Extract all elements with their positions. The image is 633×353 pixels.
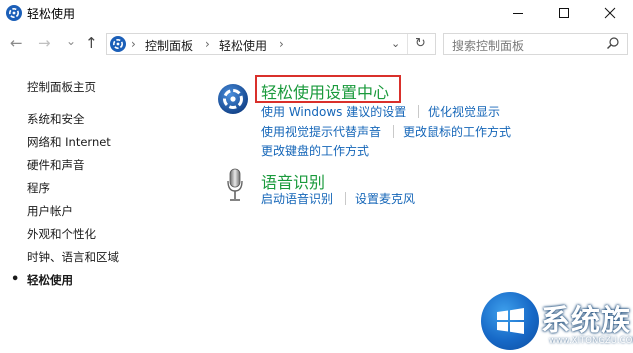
recent-locations-button[interactable]: ⌄: [66, 33, 76, 49]
ease-of-access-center-icon: [217, 83, 249, 115]
address-dropdown-button[interactable]: ⌄: [391, 37, 400, 50]
link-separator: [418, 105, 419, 118]
close-button[interactable]: [587, 0, 633, 26]
watermark-windows-logo: [481, 292, 539, 350]
search-box[interactable]: 搜索控制面板: [443, 33, 628, 55]
set-up-microphone-link[interactable]: 设置麦克风: [355, 190, 415, 207]
change-keyboard-link[interactable]: 更改键盘的工作方式: [261, 142, 369, 159]
sidebar-item-appearance[interactable]: 外观和个性化: [27, 226, 96, 242]
sidebar-item-hardware-sound[interactable]: 硬件和声音: [27, 157, 85, 173]
highlight-box: [255, 75, 401, 103]
refresh-button[interactable]: ↻: [415, 36, 426, 51]
window-title: 轻松使用: [27, 7, 76, 21]
start-speech-recognition-link[interactable]: 启动语音识别: [261, 190, 333, 207]
search-input[interactable]: 搜索控制面板: [452, 37, 524, 54]
sidebar-item-programs[interactable]: 程序: [27, 180, 50, 196]
title-bar: 轻松使用: [0, 0, 633, 26]
sidebar-item-system-security[interactable]: 系统和安全: [27, 111, 85, 127]
microphone-icon: [225, 168, 245, 202]
change-mouse-link[interactable]: 更改鼠标的工作方式: [403, 123, 511, 140]
use-recommended-settings-link[interactable]: 使用 Windows 建议的设置: [261, 103, 406, 120]
close-icon: [604, 7, 616, 19]
watermark-brand: 系统族: [541, 303, 632, 337]
maximize-icon: [559, 8, 569, 18]
divider: [407, 34, 408, 54]
minimize-icon: [513, 13, 523, 14]
back-button[interactable]: ←: [10, 35, 23, 51]
sidebar-item-network-internet[interactable]: 网络和 Internet: [27, 134, 111, 150]
ease-of-access-icon: [110, 36, 126, 52]
current-item-bullet: •: [11, 272, 20, 287]
minimize-button[interactable]: [495, 0, 541, 26]
link-separator: [345, 192, 346, 205]
sidebar-item-clock-language-region[interactable]: 时钟、语言和区域: [27, 249, 119, 265]
breadcrumb-ease-of-access[interactable]: 轻松使用: [219, 37, 267, 54]
breadcrumb-control-panel[interactable]: 控制面板: [145, 37, 193, 54]
visual-cues-link[interactable]: 使用视觉提示代替声音: [261, 123, 381, 140]
sidebar-item-ease-of-access[interactable]: 轻松使用: [27, 272, 73, 288]
sidebar-item-control-panel-home[interactable]: 控制面板主页: [27, 79, 96, 95]
link-separator: [393, 125, 394, 138]
up-button[interactable]: ↑: [85, 35, 98, 51]
chevron-right-icon: ›: [131, 37, 136, 51]
sidebar-item-user-accounts[interactable]: 用户帐户: [27, 203, 73, 219]
chevron-right-icon: ›: [205, 37, 210, 51]
chevron-right-icon: ›: [279, 37, 284, 51]
address-bar[interactable]: › 控制面板 › 轻松使用 › ⌄ ↻: [106, 33, 436, 55]
ease-of-access-icon: [6, 5, 22, 21]
optimize-visual-display-link[interactable]: 优化视觉显示: [428, 103, 500, 120]
forward-button[interactable]: →: [38, 35, 51, 51]
watermark-url: www.XITONGZU.COM: [549, 336, 633, 346]
search-icon[interactable]: [606, 36, 620, 53]
maximize-button[interactable]: [541, 0, 587, 26]
